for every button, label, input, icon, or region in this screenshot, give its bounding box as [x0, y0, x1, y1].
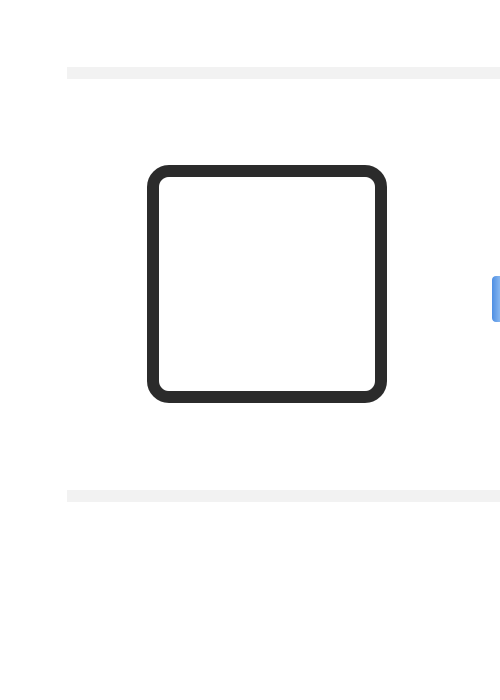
top-divider	[67, 67, 500, 79]
checkbox[interactable]	[147, 165, 387, 403]
viewport	[0, 0, 500, 700]
bottom-divider	[67, 490, 500, 502]
edge-accent-control[interactable]	[492, 276, 500, 322]
